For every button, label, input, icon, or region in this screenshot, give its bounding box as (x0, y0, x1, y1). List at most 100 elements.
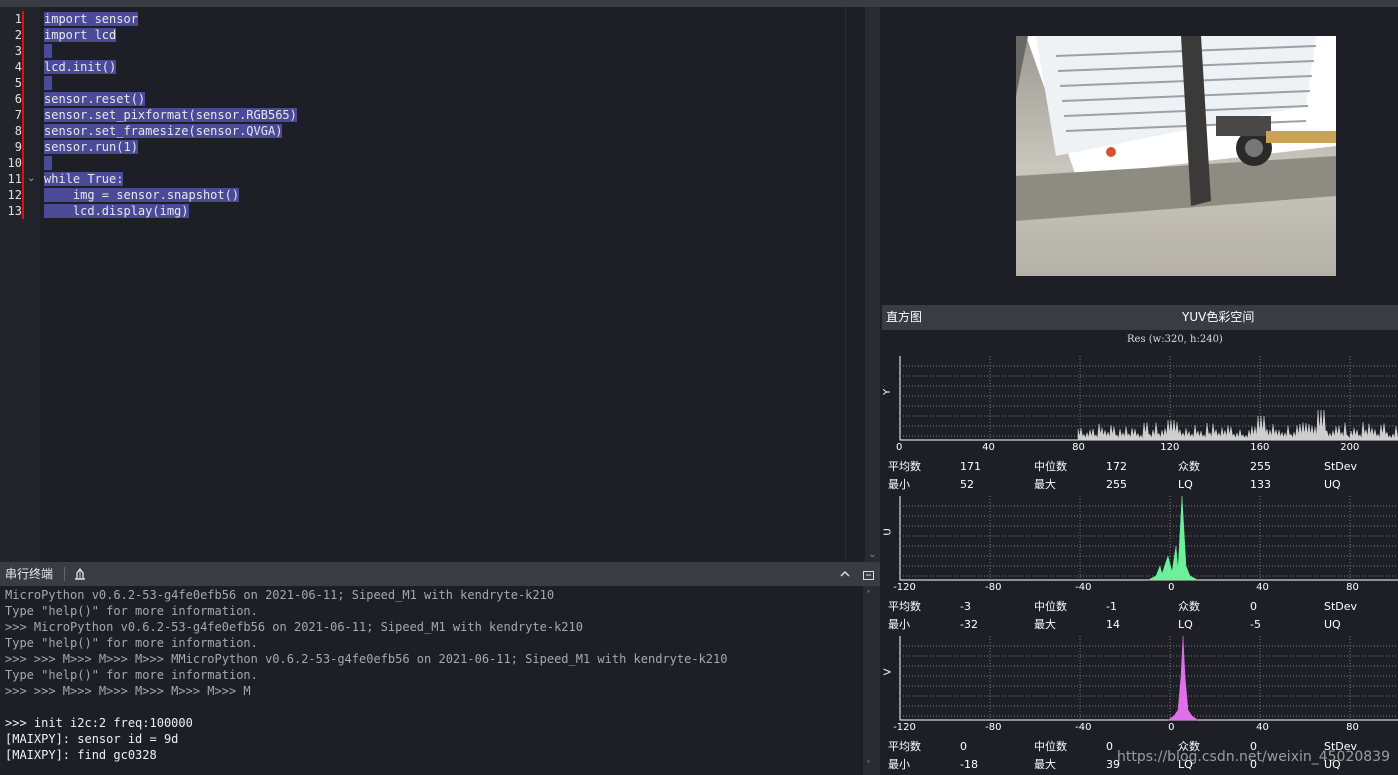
line-number: 6 (14, 92, 22, 106)
stat-lq-label: LQ (1178, 478, 1193, 491)
line-number: 7 (14, 108, 22, 122)
terminal-line: [MAIXPY]: find gc0328 (5, 748, 157, 762)
histogram-plot-v (899, 636, 1398, 721)
modified-line-marker (22, 107, 24, 123)
stat-mode: 255 (1250, 460, 1271, 473)
modified-line-marker (22, 155, 24, 171)
code-line[interactable] (44, 43, 52, 59)
stat-max: 14 (1106, 618, 1120, 631)
stat-mode-label: 众数 (1178, 460, 1200, 473)
histogram-distribution (1167, 636, 1199, 721)
histogram-header: 直方图 YUV色彩空间 (882, 305, 1398, 330)
modified-line-marker (22, 91, 24, 107)
code-line[interactable] (44, 155, 52, 171)
stat-min-label: 最小 (888, 618, 910, 631)
selected-code-text: sensor.set_framesize(sensor.QVGA) (44, 124, 283, 138)
stat-mean-label: 平均数 (888, 460, 921, 473)
selected-code-text: while True: (44, 172, 124, 186)
axis-tick-label: 40 (1256, 582, 1269, 593)
line-number: 1 (14, 12, 22, 26)
code-line[interactable]: lcd.display(img) (44, 203, 189, 219)
code-line[interactable]: sensor.run(1) (44, 139, 138, 155)
code-line[interactable]: img = sensor.snapshot() (44, 187, 240, 203)
axis-tick-label: 0 (896, 442, 903, 453)
terminal-line: Type "help()" for more information. (5, 668, 258, 682)
restore-panel-icon[interactable] (862, 567, 875, 586)
axis-tick-label: 80 (1072, 442, 1085, 453)
clear-terminal-icon[interactable] (72, 566, 88, 586)
modified-line-marker (22, 203, 24, 219)
stat-max-label: 最大 (1034, 758, 1056, 771)
selected-code-text (44, 156, 52, 170)
modified-line-marker (22, 123, 24, 139)
stat-lq: 133 (1250, 478, 1271, 491)
selected-code-text: sensor.run(1) (44, 140, 138, 154)
axis-tick-label: -80 (985, 582, 1002, 593)
line-number: 2 (14, 28, 22, 42)
chevron-up-icon[interactable] (838, 566, 852, 585)
histogram-pane: Res (w:320, h:240) Y 0 40 80 120 160 200 平均数 171… (882, 330, 1398, 775)
modified-line-marker (22, 43, 24, 59)
selected-code-text (44, 44, 52, 58)
stat-max-label: 最大 (1034, 618, 1056, 631)
code-line[interactable]: import lcd (44, 27, 117, 43)
line-number: 13 (7, 204, 22, 218)
fold-chevron-icon[interactable]: ⌄ (27, 171, 35, 187)
stat-mean: -3 (960, 600, 971, 613)
resolution-label: Res (w:320, h:240) (1127, 334, 1223, 345)
axis-tick-label: 40 (982, 442, 995, 453)
line-number: 5 (14, 76, 22, 90)
line-number: 3 (14, 44, 22, 58)
stat-min: -18 (960, 758, 978, 771)
plot-axes (899, 636, 1398, 721)
modified-line-marker (22, 59, 24, 75)
line-number: 8 (14, 124, 22, 138)
modified-line-marker (22, 139, 24, 155)
terminal-line: Type "help()" for more information. (5, 636, 258, 650)
channel-axis-label: V (882, 668, 894, 676)
axis-tick-label: -120 (893, 582, 916, 593)
line-number: 9 (14, 140, 22, 154)
stat-mean: 171 (960, 460, 981, 473)
code-line[interactable]: import sensor (44, 11, 138, 27)
framebuffer-header (882, 0, 1398, 7)
channel-axis-label: Y (882, 388, 894, 396)
modified-line-marker (22, 75, 24, 91)
selected-code-text: import sensor (44, 12, 138, 26)
editor-margin-line (845, 7, 846, 562)
serial-terminal-header: 串行终端 (0, 562, 880, 586)
code-line[interactable] (44, 75, 52, 91)
colorspace-select[interactable]: YUV色彩空间 (1182, 310, 1254, 325)
stat-stdev-label: StDev (1324, 600, 1358, 613)
stat-min-label: 最小 (888, 758, 910, 771)
terminal-line: MicroPython v0.6.2-53-g4fe0efb56 on 2021… (5, 588, 555, 602)
serial-terminal-output[interactable]: MicroPython v0.6.2-53-g4fe0efb56 on 2021… (0, 586, 863, 775)
code-editor[interactable]: 1 2 3 4 5 6 7 8 9 10 11 12 13 ⌄ import sensor import l… (0, 7, 880, 562)
code-line[interactable]: sensor.reset() (44, 91, 146, 107)
selected-code-text: sensor.reset() (44, 92, 146, 106)
axis-tick-label: 200 (1340, 442, 1360, 453)
stat-mean-label: 平均数 (888, 600, 921, 613)
stat-min: -32 (960, 618, 978, 631)
code-line[interactable]: sensor.set_pixformat(sensor.RGB565) (44, 107, 297, 123)
channel-axis-label: U (882, 528, 894, 536)
terminal-scrollbar[interactable]: ˄ ˅ (863, 586, 880, 775)
terminal-line: Type "help()" for more information. (5, 604, 258, 618)
code-line[interactable]: lcd.init() (44, 59, 117, 75)
editor-scrollbar[interactable]: ⌄ (865, 7, 880, 562)
serial-terminal-title: 串行终端 (5, 567, 54, 581)
stat-mode: 0 (1250, 600, 1257, 613)
chevron-down-icon[interactable]: ˅ (866, 760, 871, 772)
axis-tick-label: -40 (1075, 722, 1092, 733)
code-line[interactable]: while True: (44, 171, 124, 187)
watermark-text: https://blog.csdn.net/weixin_45020839 (1116, 749, 1390, 765)
axis-tick-label: -40 (1075, 582, 1092, 593)
chevron-down-icon[interactable]: ⌄ (865, 548, 880, 562)
histogram-plot-u (899, 496, 1398, 581)
line-number: 11 (7, 172, 22, 186)
code-line[interactable]: sensor.set_framesize(sensor.QVGA) (44, 123, 283, 139)
camera-frame-image (1016, 36, 1336, 276)
chevron-up-icon[interactable]: ˄ (866, 590, 871, 602)
stat-median: -1 (1106, 600, 1117, 613)
axis-tick-label: 0 (1168, 582, 1175, 593)
